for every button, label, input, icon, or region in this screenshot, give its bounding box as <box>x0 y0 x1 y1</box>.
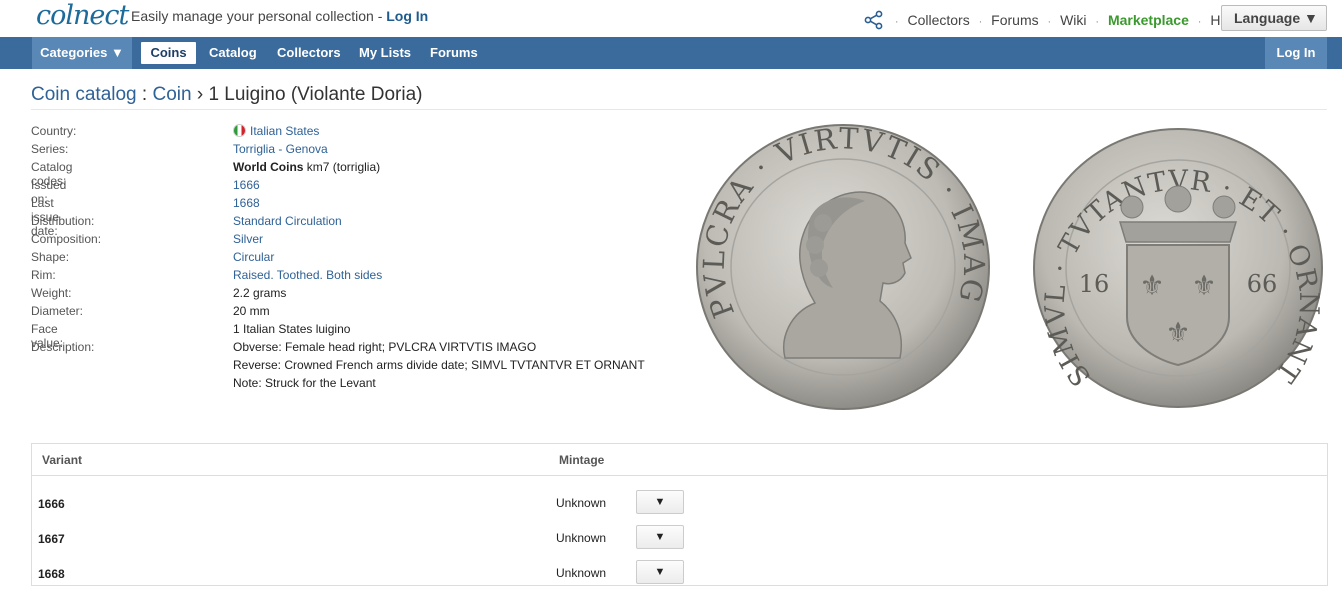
coin-reverse-image[interactable]: SIMVL · TVTANTVR · ET · ORNANT · 7 · ⚜ ⚜… <box>1023 103 1325 415</box>
site-logo[interactable]: colnect <box>36 0 129 31</box>
italy-flag-icon <box>233 124 246 137</box>
toplink-forums[interactable]: Forums <box>991 12 1038 28</box>
coin-obverse-image[interactable]: PVLCRA · VIRTVTIS · IMAGO · <box>682 96 991 416</box>
top-bar: colnect Easily manage your personal coll… <box>0 0 1342 37</box>
last-issue-link[interactable]: 1668 <box>233 196 260 210</box>
toplink-marketplace[interactable]: Marketplace <box>1108 12 1189 28</box>
tagline-login-link[interactable]: Log In <box>386 8 428 24</box>
description-reverse: Reverse: Crowned French arms divide date… <box>233 358 645 372</box>
variant-year: 1668 <box>38 567 65 581</box>
nav-login[interactable]: Log In <box>1265 37 1327 69</box>
variant-year: 1666 <box>38 497 65 511</box>
variant-dropdown-button[interactable]: ▼ <box>636 490 684 514</box>
description-obverse: Obverse: Female head right; PVLCRA VIRTV… <box>233 340 537 354</box>
rim-link[interactable]: Raised. Toothed. Both sides <box>233 268 382 282</box>
reverse-date-left: 16 <box>1079 270 1110 298</box>
tagline: Easily manage your personal collection -… <box>131 8 428 24</box>
language-button[interactable]: Language ▼ <box>1221 5 1327 31</box>
column-header-mintage: Mintage <box>559 453 605 467</box>
variants-table: Variant Mintage 1666 Unknown ▼ 1667 Unkn… <box>31 443 1328 586</box>
variants-table-header: Variant Mintage <box>32 444 1327 476</box>
issued-link[interactable]: 1666 <box>233 178 260 192</box>
tagline-text: Easily manage your personal collection - <box>131 8 387 24</box>
svg-text:⚜: ⚜ <box>1191 269 1216 302</box>
catalog-name: World Coins <box>233 160 304 174</box>
table-row: 1667 Unknown ▼ <box>32 517 1327 552</box>
nav-catalog[interactable]: Catalog <box>209 37 257 69</box>
variant-mintage: Unknown <box>556 566 607 580</box>
toplink-collectors[interactable]: Collectors <box>907 12 969 28</box>
reverse-date-right: 66 <box>1247 270 1278 298</box>
share-icon[interactable] <box>864 10 886 33</box>
country-link[interactable]: Italian States <box>250 124 319 138</box>
description-note: Note: Struck for the Levant <box>233 376 376 390</box>
variant-mintage: Unknown <box>556 496 607 510</box>
nav-coins[interactable]: Coins <box>141 42 196 64</box>
variant-dropdown-button[interactable]: ▼ <box>636 560 684 584</box>
variant-mintage: Unknown <box>556 531 607 545</box>
nav-collectors[interactable]: Collectors <box>277 37 341 69</box>
nav-forums[interactable]: Forums <box>430 37 478 69</box>
column-header-variant: Variant <box>42 453 83 467</box>
composition-link[interactable]: Silver <box>233 232 263 246</box>
svg-text:⚜: ⚜ <box>1139 269 1164 302</box>
variant-year: 1667 <box>38 532 65 546</box>
page-title: 1 Luigino (Violante Doria) <box>208 84 423 105</box>
svg-text:⚜: ⚜ <box>1165 316 1190 349</box>
toplink-wiki[interactable]: Wiki <box>1060 12 1086 28</box>
breadcrumb-coin[interactable]: Coin <box>152 84 191 105</box>
nav-categories[interactable]: Categories ▼ <box>32 37 132 69</box>
breadcrumb-coin-catalog[interactable]: Coin catalog <box>31 84 137 105</box>
main-nav: Categories ▼ Coins Catalog Collectors My… <box>0 37 1342 69</box>
nav-my-lists[interactable]: My Lists <box>359 37 411 69</box>
breadcrumb: Coin catalog : Coin › 1 Luigino (Violant… <box>31 84 423 105</box>
series-link[interactable]: Torriglia - Genova <box>233 142 328 156</box>
table-row: 1668 Unknown ▼ <box>32 552 1327 587</box>
variant-dropdown-button[interactable]: ▼ <box>636 525 684 549</box>
shape-link[interactable]: Circular <box>233 250 274 264</box>
divider <box>31 109 1327 110</box>
table-row: 1666 Unknown ▼ <box>32 482 1327 517</box>
top-links: · Collectors · Forums · Wiki · Marketpla… <box>864 10 1266 33</box>
distribution-link[interactable]: Standard Circulation <box>233 214 342 228</box>
